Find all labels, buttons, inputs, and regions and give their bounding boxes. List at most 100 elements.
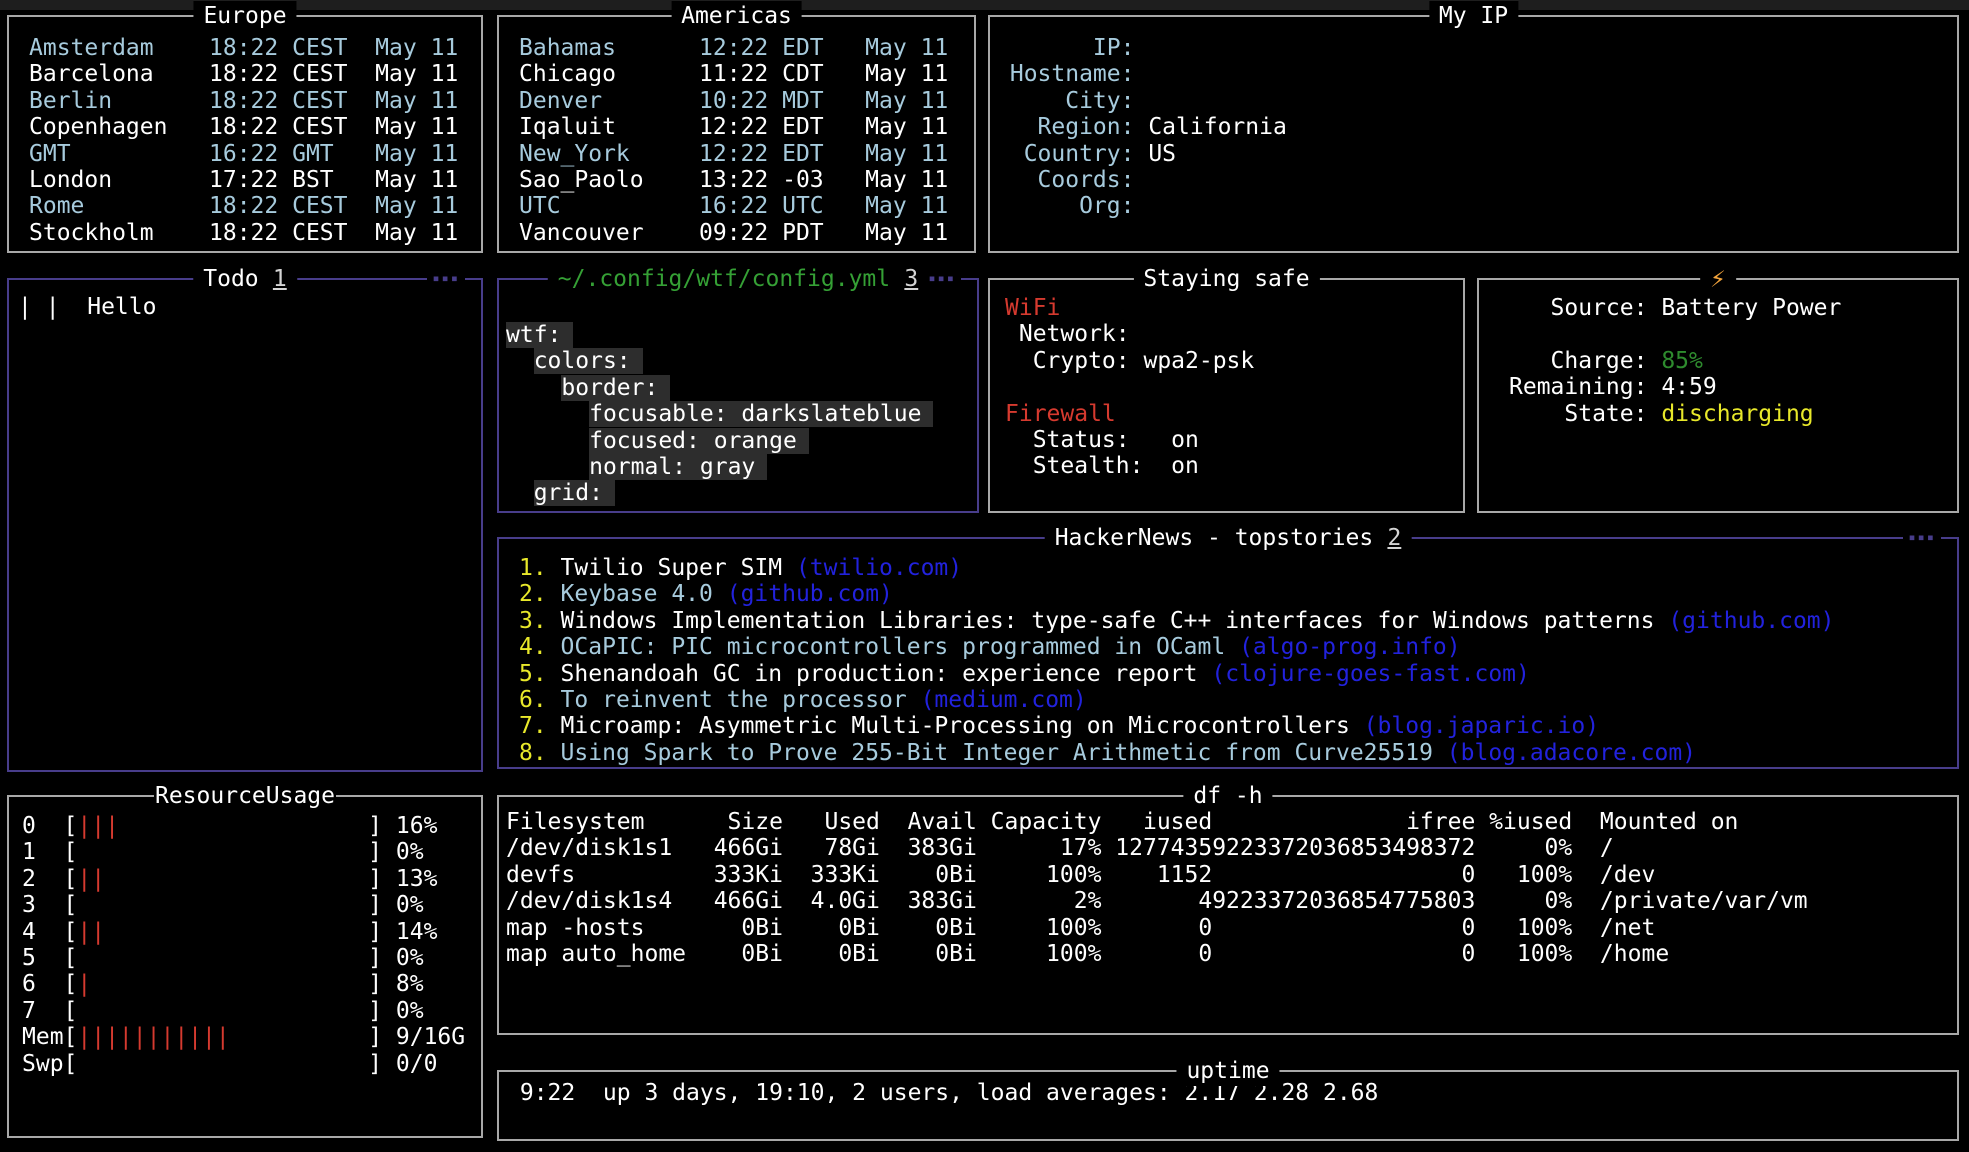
resource-meter: 4 [|| ] 14% [22, 919, 481, 945]
ip-field: IP: [996, 35, 1957, 61]
ip-field-value [1134, 61, 1148, 87]
hackernews-story[interactable]: 5. Shenandoah GC in production: experien… [519, 661, 1957, 687]
meter-bracket-open: 6 [ [22, 971, 77, 997]
security-line: Stealth: on [1005, 453, 1463, 479]
ip-field: City: [996, 88, 1957, 114]
meter-bars: || [77, 919, 105, 945]
battery-row-label: State: [1509, 401, 1661, 427]
config-line: grid: [506, 480, 977, 506]
panel-resource-usage: ResourceUsage 0 [||| ] 16%1 [ ] 0%2 [|| … [7, 795, 483, 1138]
ip-field-label: Hostname: [996, 61, 1134, 87]
lightning-bolt-icon: ⚡ [1700, 264, 1736, 294]
meter-value: ] 8% [91, 971, 423, 997]
clock-row: Rome 18:22 CEST May 11 [29, 193, 481, 219]
df-header-row: Filesystem Size Used Avail Capacity iuse… [506, 809, 1957, 835]
meter-bracket-open: Swp[ [22, 1051, 77, 1077]
panel-title-uptime: uptime [1176, 1056, 1279, 1086]
panel-title-hackernews: HackerNews - topstories2 [1045, 523, 1412, 553]
ip-field: Coords: [996, 167, 1957, 193]
meter-value: ] 0% [77, 945, 423, 971]
story-rank: 4. [519, 634, 547, 660]
resource-meter: Mem[||||||||||| ] 9/16G [22, 1024, 481, 1050]
hackernews-story[interactable]: 4. OCaPIC: PIC microcontrollers programm… [519, 634, 1957, 660]
story-title: Shenandoah GC in production: experience … [547, 661, 1212, 687]
clock-row: Stockholm 18:22 CEST May 11 [29, 220, 481, 246]
battery-row: State: discharging [1509, 401, 1957, 427]
clock-row: UTC 16:22 UTC May 11 [519, 193, 974, 219]
meter-bars: | [77, 971, 91, 997]
panel-hackernews[interactable]: HackerNews - topstories2 ▪▪▪ 1. Twilio S… [497, 537, 1959, 769]
df-row: devfs 333Ki 333Ki 0Bi 100% 1152 0 100% /… [506, 862, 1957, 888]
clock-row: New_York 12:22 EDT May 11 [519, 141, 974, 167]
ip-field: Hostname: [996, 61, 1957, 87]
meter-bracket-open: 3 [ [22, 892, 77, 918]
panel-title-americas: Americas [671, 1, 802, 31]
meter-value: ] 0/0 [77, 1051, 437, 1077]
config-line-text: border: [561, 375, 670, 401]
ip-field-value [1134, 35, 1148, 61]
story-site-link: (blog.adacore.com) [1447, 740, 1696, 766]
more-indicator-icon: ▪▪▪ [427, 272, 465, 284]
ip-field: Country: US [996, 141, 1957, 167]
battery-row [1509, 321, 1957, 347]
config-line-text: wtf: [506, 322, 573, 348]
df-row: map auto_home 0Bi 0Bi 0Bi 100% 0 0 100% … [506, 941, 1957, 967]
meter-value: ] 14% [105, 919, 437, 945]
story-site-link: (clojure-goes-fast.com) [1211, 661, 1530, 687]
hackernews-story[interactable]: 3. Windows Implementation Libraries: typ… [519, 608, 1957, 634]
clock-row: Bahamas 12:22 EDT May 11 [519, 35, 974, 61]
clock-row: London 17:22 BST May 11 [29, 167, 481, 193]
meter-bracket-open: Mem[ [22, 1024, 77, 1050]
panel-battery: ⚡ Source: Battery Power Charge: 85%Remai… [1477, 278, 1959, 513]
panel-title-config: ~/.config/wtf/config.yml3 [548, 264, 928, 294]
clock-row: Amsterdam 18:22 CEST May 11 [29, 35, 481, 61]
hackernews-story[interactable]: 7. Microamp: Asymmetric Multi-Processing… [519, 713, 1957, 739]
panel-title-df: df -h [1183, 781, 1272, 811]
hackernews-story[interactable]: 8. Using Spark to Prove 255-Bit Integer … [519, 740, 1957, 766]
panel-title-resource-usage: ResourceUsage [154, 781, 336, 811]
panel-config-yml[interactable]: ~/.config/wtf/config.yml3 ▪▪▪ wtf: color… [497, 278, 979, 513]
battery-row-label: Remaining: [1509, 374, 1661, 400]
hackernews-story[interactable]: 6. To reinvent the processor (medium.com… [519, 687, 1957, 713]
panel-todo[interactable]: Todo1 ▪▪▪ | | Hello [7, 278, 483, 772]
meter-value: ] 13% [105, 866, 437, 892]
more-indicator-icon: ▪▪▪ [1903, 531, 1941, 543]
battery-row-value: 85% [1661, 348, 1703, 374]
battery-row-value: Battery Power [1661, 295, 1841, 321]
story-title: OCaPIC: PIC microcontrollers programmed … [547, 634, 1239, 660]
df-row: map -hosts 0Bi 0Bi 0Bi 100% 0 0 100% /ne… [506, 915, 1957, 941]
ip-field-value: California [1134, 114, 1286, 140]
battery-row: Charge: 85% [1509, 348, 1957, 374]
config-yaml-text: wtf: colors: border: focusable: darkslat… [499, 280, 977, 511]
more-indicator-icon: ▪▪▪ [923, 272, 961, 284]
meter-bracket-open: 4 [ [22, 919, 77, 945]
clock-row: Berlin 18:22 CEST May 11 [29, 88, 481, 114]
battery-row-label: Charge: [1509, 348, 1661, 374]
hackernews-story[interactable]: 2. Keybase 4.0 (github.com) [519, 581, 1957, 607]
clock-row: Denver 10:22 MDT May 11 [519, 88, 974, 114]
hackernews-story[interactable]: 1. Twilio Super SIM (twilio.com) [519, 555, 1957, 581]
story-rank: 6. [519, 687, 547, 713]
df-table: Filesystem Size Used Avail Capacity iuse… [499, 797, 1957, 1033]
battery-row-value: discharging [1661, 401, 1813, 427]
todo-list: | | Hello [9, 280, 481, 770]
clock-row: Copenhagen 18:22 CEST May 11 [29, 114, 481, 140]
story-title: Twilio Super SIM [547, 555, 796, 581]
todo-item[interactable]: | | Hello [18, 294, 481, 320]
story-rank: 8. [519, 740, 547, 766]
ip-field-value: US [1134, 141, 1176, 167]
resource-meter: 6 [| ] 8% [22, 971, 481, 997]
panel-uptime: uptime 9:22 up 3 days, 19:10, 2 users, l… [497, 1070, 1959, 1141]
security-line: Status: on [1005, 427, 1463, 453]
panel-title-europe: Europe [193, 1, 296, 31]
story-title: Using Spark to Prove 255-Bit Integer Ari… [547, 740, 1447, 766]
battery-status-text: Source: Battery Power Charge: 85%Remaini… [1479, 280, 1957, 511]
clock-row: Iqaluit 12:22 EDT May 11 [519, 114, 974, 140]
security-line: Network: [1005, 321, 1463, 347]
story-rank: 7. [519, 713, 547, 739]
resource-meter: 1 [ ] 0% [22, 839, 481, 865]
ip-field-value [1134, 88, 1148, 114]
story-site-link: (github.com) [727, 581, 893, 607]
security-line: Crypto: wpa2-psk [1005, 348, 1463, 374]
clock-row: Chicago 11:22 CDT May 11 [519, 61, 974, 87]
